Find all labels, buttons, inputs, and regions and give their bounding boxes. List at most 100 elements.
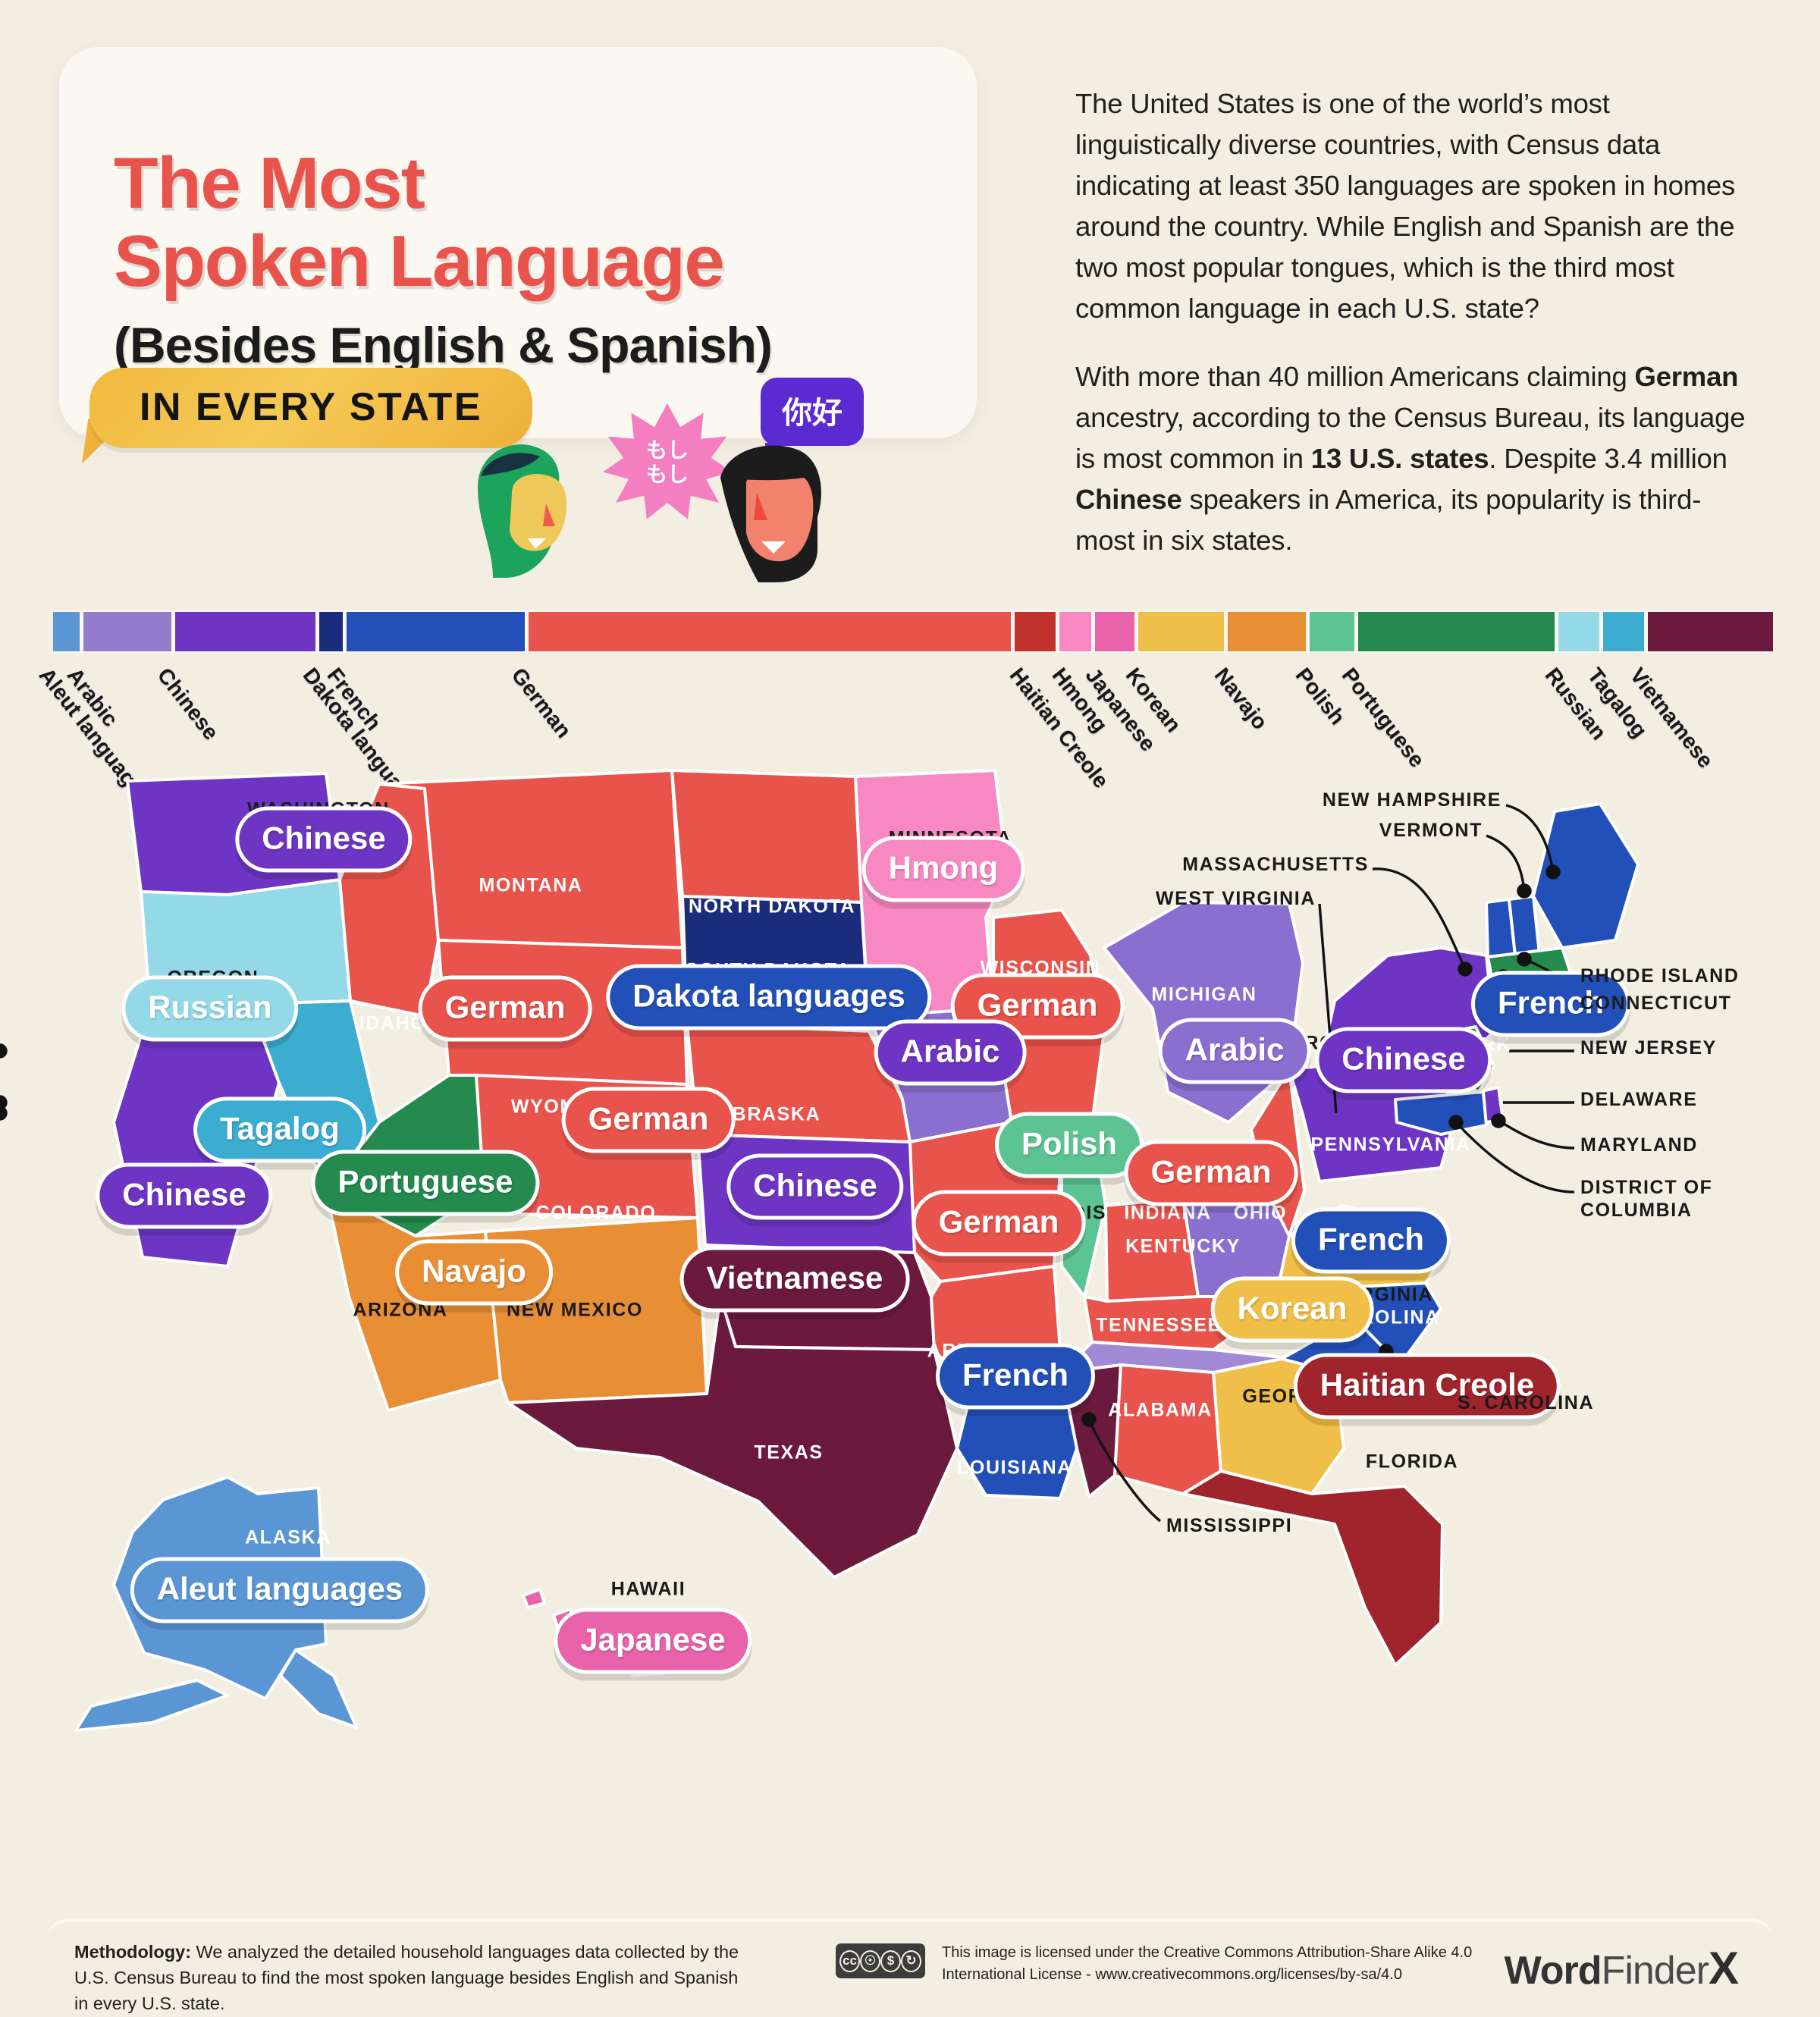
cc-sa-icon: ↻ [901,1950,921,1972]
legend-segment-vietnamese[interactable] [1648,612,1773,651]
state-alabama [1113,1363,1222,1495]
callout-label-connecticut: CONNECTICUT [1580,993,1732,1014]
callout-leader-line [1486,834,1526,892]
state-label-north-dakota: NORTH DAKOTA [688,896,856,918]
callout-leader-line [1454,1121,1575,1194]
in-every-state-badge: IN EVERY STATE [89,368,533,448]
language-pill-german[interactable]: German [912,1190,1086,1256]
intro-paragraph-1: The United States is one of the world’s … [1075,88,1736,324]
state-alaska-aleutians [74,1679,229,1732]
state-label-florida: FLORIDA [1365,1451,1459,1473]
callout-anchor-dot [1458,961,1473,977]
state-label-kentucky: KENTUCKY [1125,1235,1241,1257]
cc-by-icon: ☉ [860,1950,880,1972]
legend-label-chinese: Chinese [152,663,223,745]
legend-segment-french[interactable] [347,612,526,651]
state-north-dakota [670,769,863,904]
language-pill-french[interactable]: French [935,1343,1096,1410]
state-florida [1181,1470,1444,1667]
callout-label-vermont: VERMONT [1379,820,1483,841]
legend-label-portuguese: Portuguese [1336,663,1429,773]
callout-anchor-dot [1491,1113,1506,1128]
cc-nc-icon: $ [880,1950,901,1972]
legend-segment-aleut-languages[interactable] [53,612,80,651]
footer: Methodology: We analyzed the detailed ho… [47,1918,1773,2013]
brand-finder: Finder [1601,1949,1709,1993]
methodology-label: Methodology: [74,1942,192,1962]
callout-label-delaware: DELAWARE [1580,1089,1698,1110]
language-pill-german[interactable]: German [1124,1140,1298,1206]
state-alaska-panhandle [279,1648,358,1729]
legend-segment-dakota-languages[interactable] [319,612,344,651]
state-michigan [1103,901,1304,1124]
legend-segment-arabic[interactable] [83,612,171,651]
legend-color-bar [53,610,1773,653]
language-pill-japanese[interactable]: Japanese [554,1608,752,1674]
language-pill-dakota-languages[interactable]: Dakota languages [606,964,932,1030]
legend-segment-tagalog[interactable] [1603,612,1645,651]
callout-label-columbia: COLUMBIA [1580,1200,1693,1221]
legend-segment-hmong[interactable] [1059,612,1092,651]
japanese-speech-burst: もし もし [603,403,732,519]
language-pill-chinese[interactable]: Chinese [1315,1027,1492,1093]
legend-segment-navajo[interactable] [1227,612,1307,651]
language-pill-portuguese[interactable]: Portuguese [311,1150,540,1216]
language-pill-german[interactable]: German [418,975,592,1042]
us-language-map: WASHINGTONOREGONMONTANAIDAHONORTH DAKOTA… [0,766,1820,1858]
infographic-page: The Most Spoken Language (Besides Englis… [0,0,1820,2017]
legend-label-polish: Polish [1290,663,1350,730]
legend-segment-korean[interactable] [1138,612,1224,651]
callout-anchor-dot [1545,864,1561,880]
language-pill-german[interactable]: German [561,1087,736,1153]
language-pill-korean[interactable]: Korean [1210,1276,1374,1343]
legend-segment-polish[interactable] [1310,612,1355,651]
state-label-texas: TEXAS [754,1441,824,1463]
language-pill-hmong[interactable]: Hmong [861,836,1025,902]
language-pill-chinese[interactable]: Chinese [726,1153,904,1220]
language-pill-russian[interactable]: Russian [121,975,299,1042]
state-label-hawaii: HAWAII [610,1578,686,1600]
legend-segment-german[interactable] [529,612,1011,651]
state-label-alaska: ALASKA [245,1526,331,1548]
callout-label-district-of: DISTRICT OF [1580,1177,1713,1198]
language-pill-vietnamese[interactable]: Vietnamese [679,1246,910,1313]
creative-commons-icon: cc ☉ $ ↻ [836,1943,925,1978]
wordfinder-logo[interactable]: WordFinderX [1505,1942,1739,1994]
intro-p2-bold-chinese: Chinese [1075,484,1182,515]
legend-segment-haitian-creole[interactable] [1014,612,1056,651]
callout-anchor-dot [1517,883,1532,899]
legend-label-german: German [506,663,576,743]
male-character-icon [720,445,821,582]
intro-p2-part-d: . Despite 3.4 million [1489,443,1727,474]
state-label-michigan: MICHIGAN [1151,983,1257,1005]
callout-label-new-jersey: NEW JERSEY [1580,1037,1717,1059]
intro-paragraph-2: With more than 40 million Americans clai… [1075,356,1750,561]
state-label-idaho: IDAHO [359,1012,427,1034]
legend-label-row: Aleut languages Arabic Chinese Dakota langu… [34,653,1773,824]
language-pill-french[interactable]: French [1291,1207,1451,1274]
chinese-speech-bubble: 你好 [761,378,864,466]
intro-p2-bold-german: German [1634,361,1739,392]
language-pill-arabic[interactable]: Arabic [1158,1018,1311,1084]
callout-anchor-dot [1081,1412,1097,1427]
brand-x-icon: X [1708,1943,1739,1993]
legend-segment-portuguese[interactable] [1358,612,1555,651]
legend-segment-russian[interactable] [1558,612,1600,651]
state-label-louisiana: LOUISIANA [957,1457,1072,1479]
state-label-colorado: COLORADO [535,1202,657,1224]
legend-segment-chinese[interactable] [174,612,316,651]
language-pill-chinese[interactable]: Chinese [96,1162,273,1229]
us-map-svg [0,769,1640,1732]
callout-label-west-virginia: WEST VIRGINIA [1155,888,1316,909]
intro-p2-part-a: With more than 40 million Americans clai… [1075,361,1635,392]
callout-label-maryland: MARYLAND [1580,1134,1698,1156]
language-pill-arabic[interactable]: Arabic [874,1019,1027,1086]
state-label-pennsylvania: PENNSYLVANIA [1310,1134,1471,1156]
language-pill-navajo[interactable]: Navajo [395,1239,553,1306]
state-label-alabama: ALABAMA [1108,1399,1213,1421]
legend-segment-japanese[interactable] [1095,612,1134,651]
female-character-icon [478,444,567,578]
language-pill-polish[interactable]: Polish [994,1112,1144,1178]
language-pill-chinese[interactable]: Chinese [235,806,413,873]
language-pill-aleut-languages[interactable]: Aleut languages [130,1557,430,1623]
